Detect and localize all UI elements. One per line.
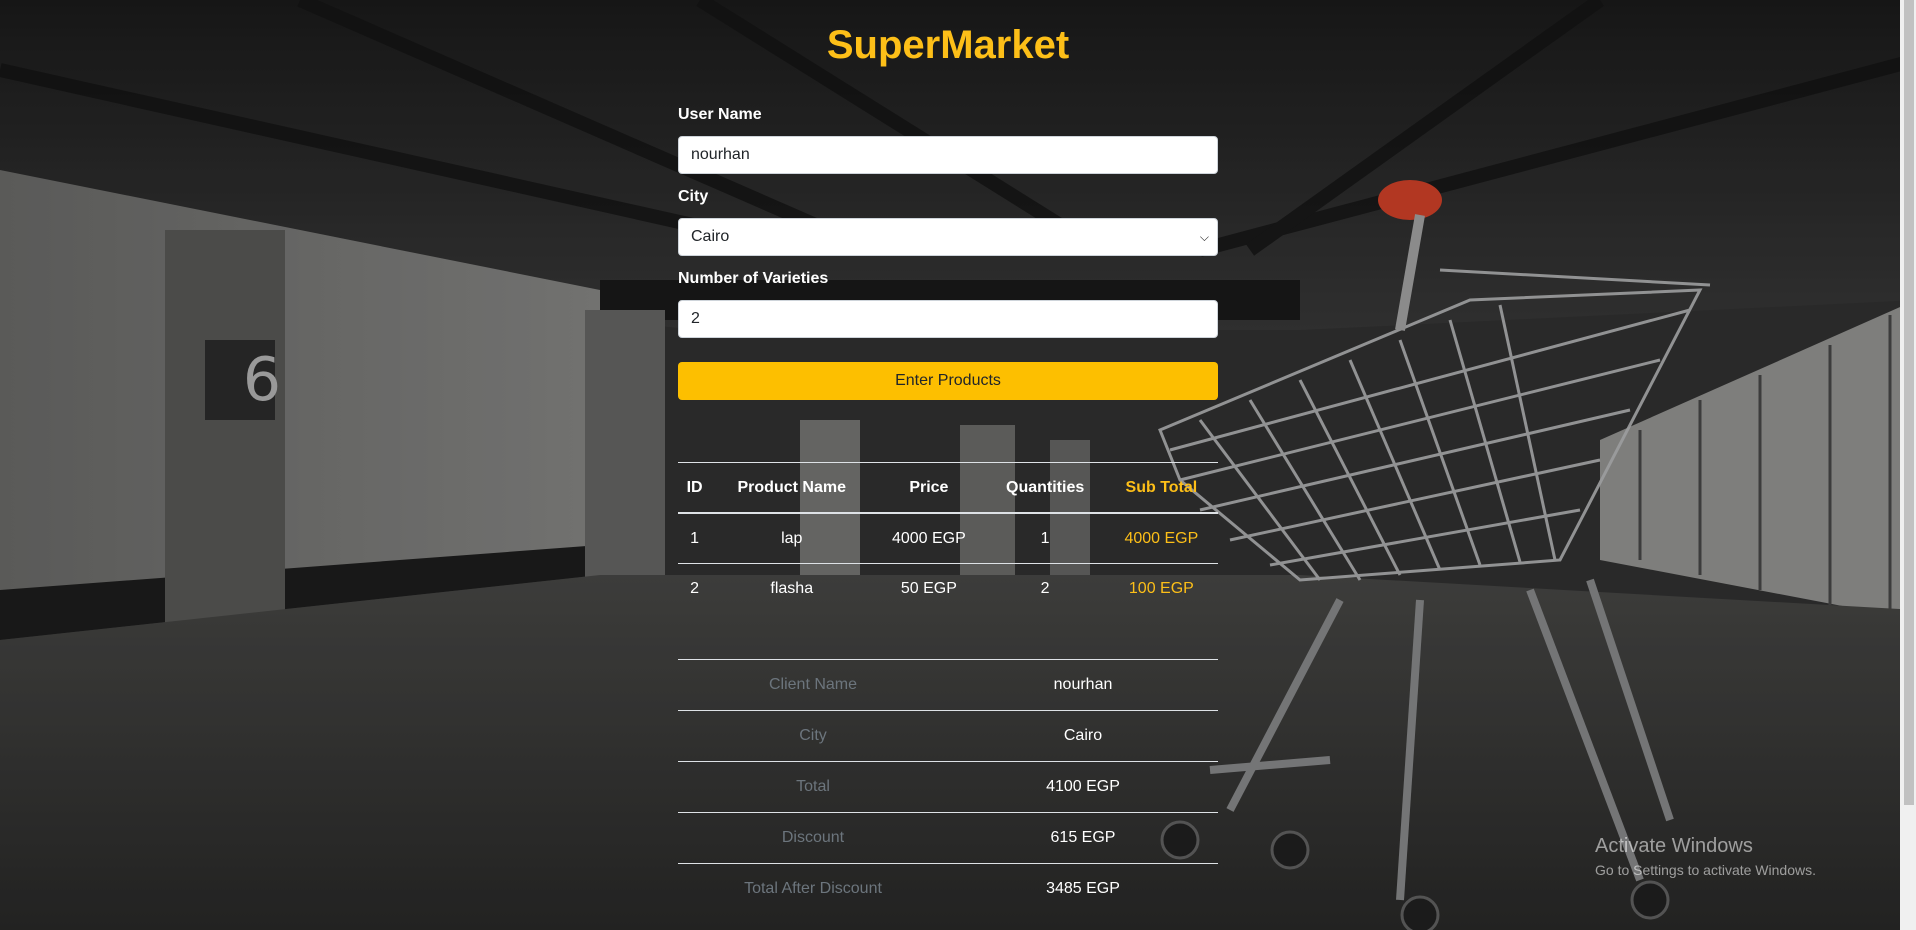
table-row: 2 flasha 50 EGP 2 100 EGP bbox=[678, 564, 1218, 614]
col-quantities-header: Quantities bbox=[985, 462, 1105, 514]
products-table: ID Product Name Price Quantities Sub Tot… bbox=[678, 462, 1218, 613]
cell-quantity: 1 bbox=[985, 513, 1105, 564]
city-select[interactable]: Cairo ⌵ bbox=[678, 218, 1218, 256]
summary-row-total-after-discount: Total After Discount 3485 EGP bbox=[678, 863, 1218, 914]
cell-product-name: lap bbox=[711, 513, 873, 564]
user-name-input[interactable]: nourhan bbox=[678, 136, 1218, 174]
cell-id: 1 bbox=[678, 513, 712, 564]
cell-product-name: flasha bbox=[770, 579, 814, 597]
cell-price: 50 EGP bbox=[900, 579, 957, 597]
user-name-value: nourhan bbox=[691, 146, 750, 163]
summary-label: City bbox=[678, 710, 948, 762]
activate-windows-watermark: Activate Windows Go to Settings to activ… bbox=[1595, 835, 1816, 878]
watermark-subtitle: Go to Settings to activate Windows. bbox=[1595, 862, 1816, 878]
table-row: 1 lap 4000 EGP 1 4000 EGP bbox=[678, 513, 1218, 564]
summary-value: 615 EGP bbox=[948, 812, 1218, 864]
summary-label: Discount bbox=[678, 812, 948, 864]
enter-products-button[interactable]: Enter Products bbox=[678, 362, 1218, 400]
summary-row-discount: Discount 615 EGP bbox=[678, 812, 1218, 864]
varieties-input[interactable]: 2 bbox=[678, 300, 1218, 338]
summary-table: Client Name nourhan City Cairo Total 410… bbox=[678, 659, 1218, 914]
chevron-down-icon: ⌵ bbox=[1199, 229, 1209, 244]
cell-quantity: 2 bbox=[1040, 579, 1050, 597]
main-content: SuperMarket User Name nourhan City Cairo… bbox=[678, 0, 1218, 914]
col-price-header: Price bbox=[872, 462, 986, 514]
city-select-value: Cairo bbox=[691, 228, 730, 245]
summary-label: Client Name bbox=[678, 659, 948, 711]
col-id-header: ID bbox=[678, 462, 712, 514]
city-label: City bbox=[678, 188, 709, 205]
vertical-scrollbar[interactable] bbox=[1900, 0, 1916, 930]
col-subtotal-header: Sub Total bbox=[1104, 462, 1218, 514]
cell-id: 2 bbox=[690, 579, 700, 597]
products-header-row: ID Product Name Price Quantities Sub Tot… bbox=[678, 462, 1218, 514]
summary-row-city: City Cairo bbox=[678, 710, 1218, 762]
varieties-label: Number of Varieties bbox=[678, 270, 829, 287]
cell-price: 4000 EGP bbox=[872, 513, 986, 564]
col-product-name-header: Product Name bbox=[711, 462, 873, 514]
scrollbar-thumb[interactable] bbox=[1904, 0, 1914, 805]
summary-value: Cairo bbox=[948, 710, 1218, 762]
summary-row-total: Total 4100 EGP bbox=[678, 761, 1218, 813]
summary-value: 3485 EGP bbox=[948, 863, 1218, 914]
summary-row-client-name: Client Name nourhan bbox=[678, 659, 1218, 711]
varieties-value: 2 bbox=[691, 310, 700, 327]
page-title: SuperMarket bbox=[826, 23, 1070, 67]
watermark-title: Activate Windows bbox=[1595, 835, 1753, 857]
summary-value: 4100 EGP bbox=[948, 761, 1218, 813]
summary-value: nourhan bbox=[948, 659, 1218, 711]
cell-subtotal: 100 EGP bbox=[1128, 579, 1194, 597]
summary-label: Total After Discount bbox=[678, 863, 948, 914]
user-name-label: User Name bbox=[678, 106, 762, 123]
summary-label: Total bbox=[678, 761, 948, 813]
cell-subtotal: 4000 EGP bbox=[1104, 513, 1218, 564]
